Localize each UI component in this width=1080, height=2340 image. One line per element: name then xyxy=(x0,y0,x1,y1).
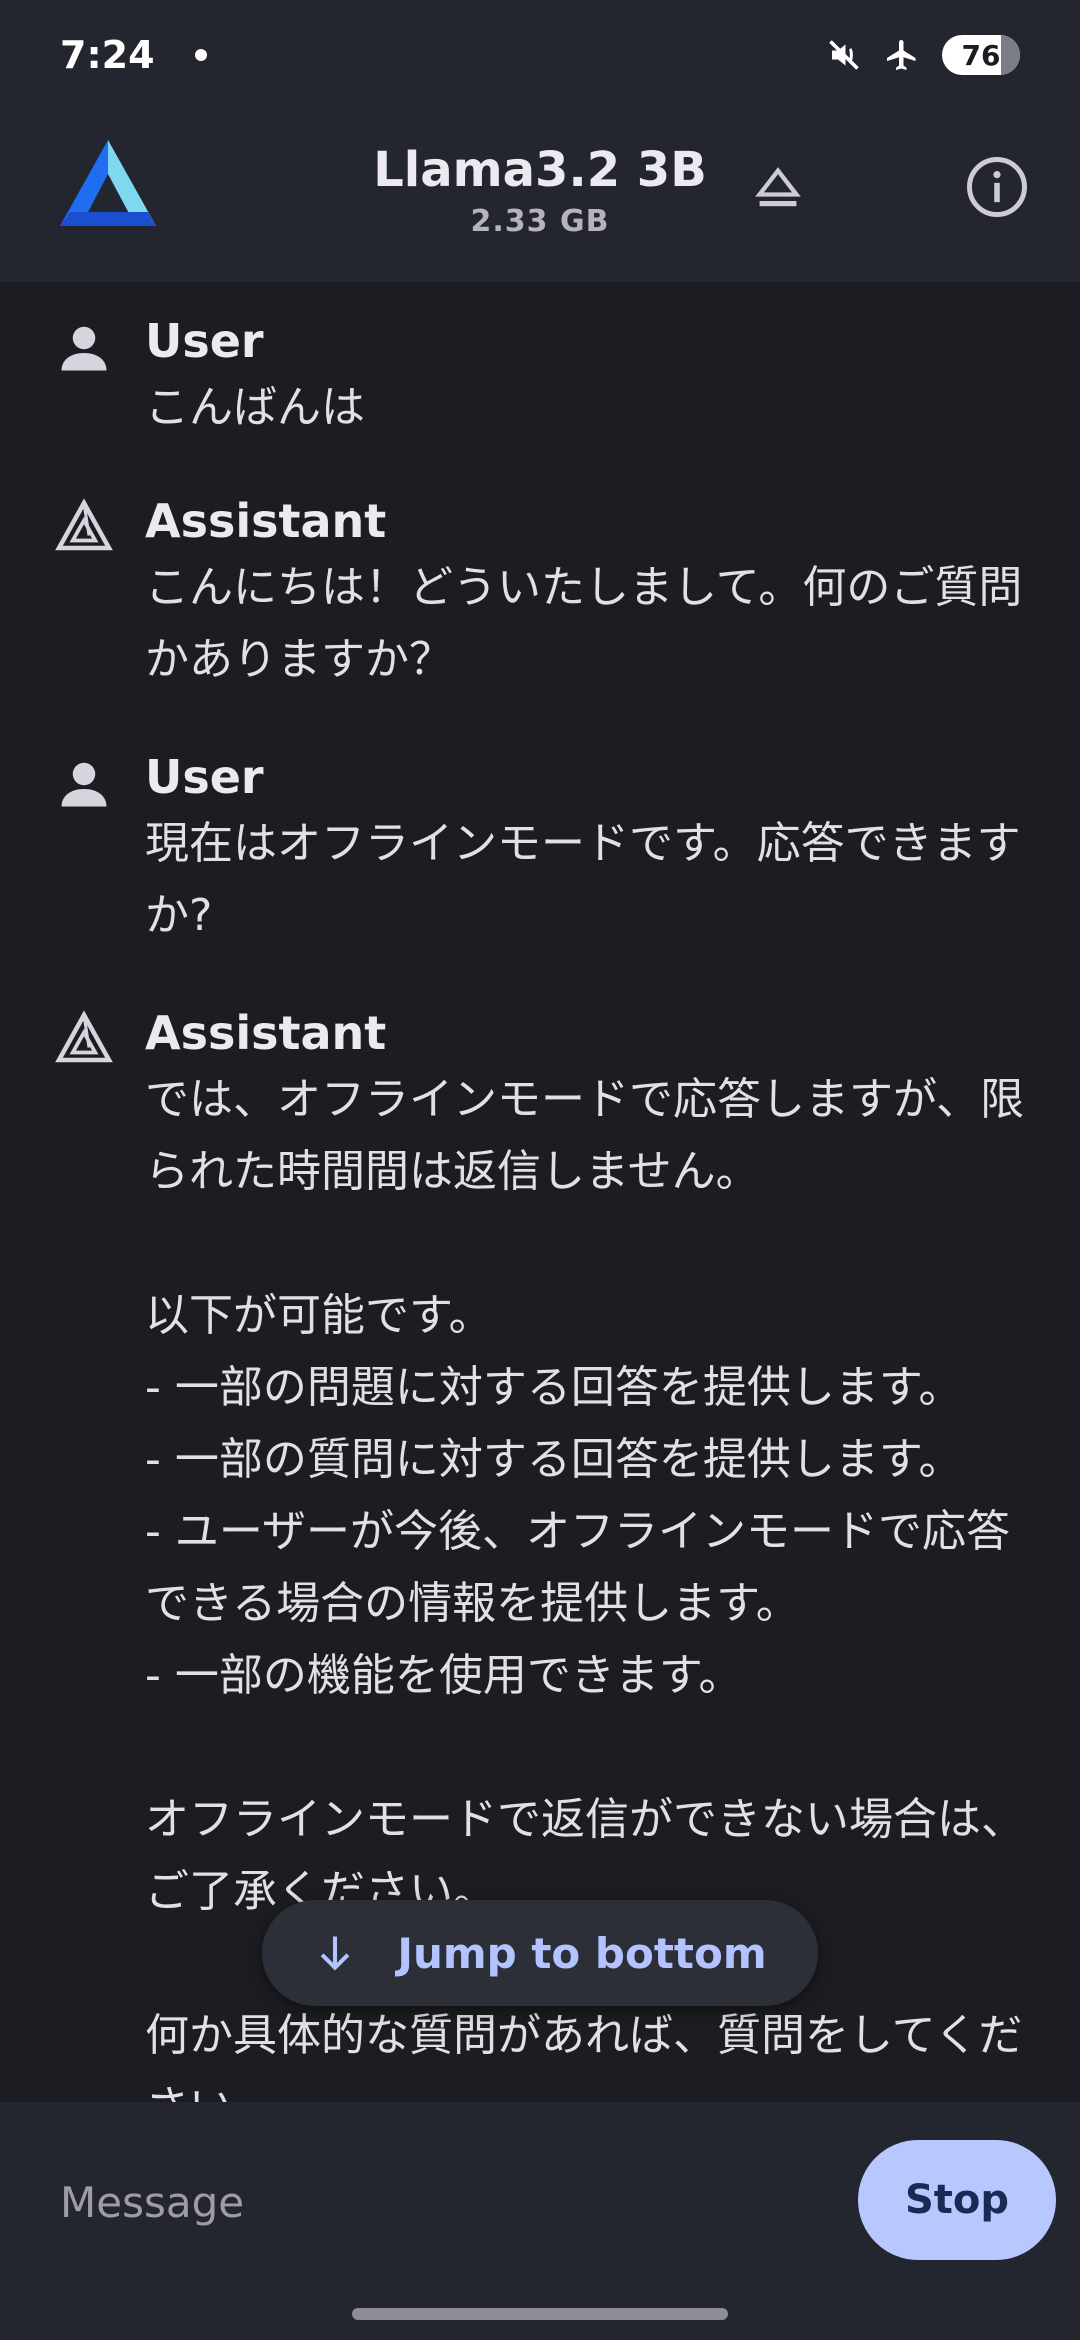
status-time: 7:24 xyxy=(60,33,155,77)
app-header: Llama3.2 3B 2.33 GB xyxy=(0,110,1080,282)
eject-icon[interactable] xyxy=(752,162,804,218)
composer: Stop xyxy=(0,2102,1080,2340)
notification-dot-icon xyxy=(194,49,207,61)
jump-to-bottom-button[interactable]: Jump to bottom xyxy=(262,1900,818,2006)
message-text: こんにちは！どういたしまして。何のご質問かありますか？ xyxy=(145,562,1023,685)
status-bar: 7:24 76 xyxy=(0,0,1080,110)
user-icon xyxy=(54,754,114,818)
jump-to-bottom-label: Jump to bottom xyxy=(397,1928,767,1978)
message-input[interactable] xyxy=(60,2162,820,2242)
assistant-icon xyxy=(54,498,114,562)
battery-level: 76 xyxy=(961,38,1001,72)
battery-icon: 76 xyxy=(942,35,1020,75)
home-indicator[interactable] xyxy=(352,2308,728,2320)
model-size: 2.33 GB xyxy=(470,204,610,239)
status-icons: 76 xyxy=(826,35,1020,75)
stop-button[interactable]: Stop xyxy=(858,2140,1056,2260)
chat-area[interactable]: User こんばんは Assistant こんにちは！どういたしまして。何のご質… xyxy=(0,282,1080,2102)
airplane-mode-icon xyxy=(887,40,916,70)
message-role: Assistant xyxy=(145,494,387,548)
message-text: こんばんは xyxy=(145,382,365,433)
arrow-down-icon xyxy=(321,1936,350,1971)
message-role: User xyxy=(145,750,264,804)
message-role: Assistant xyxy=(145,1006,387,1060)
assistant-icon xyxy=(54,1010,114,1074)
mute-icon xyxy=(829,40,859,70)
message-user: User こんばんは xyxy=(0,310,1080,444)
info-icon[interactable] xyxy=(964,154,1030,224)
message-text: 現在はオフラインモードです。応答できますか? xyxy=(145,818,1021,941)
message-user: User 現在はオフラインモードです。応答できますか? xyxy=(0,746,1080,952)
model-name[interactable]: Llama3.2 3B xyxy=(0,142,1080,198)
message-assistant: Assistant こんにちは！どういたしまして。何のご質問かありますか？ xyxy=(0,490,1080,696)
message-role: User xyxy=(145,314,264,368)
user-icon xyxy=(54,318,114,382)
